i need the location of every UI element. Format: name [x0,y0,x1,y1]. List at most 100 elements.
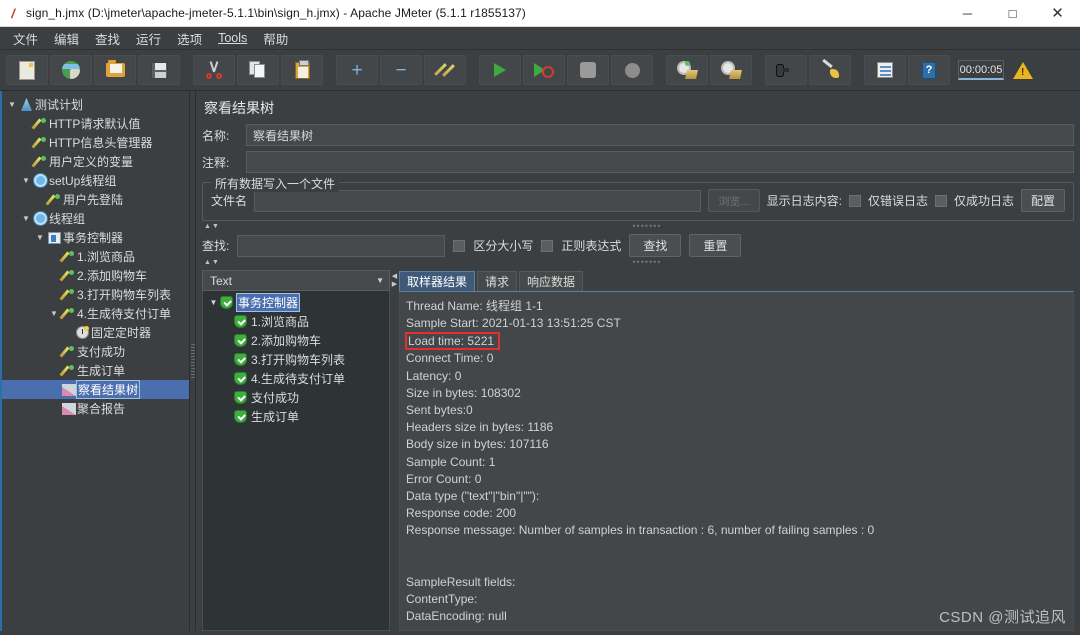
search-input[interactable] [237,234,446,257]
test-plan-tree[interactable]: ▼ 测试计划 HTTP请求默认值 HTTP信息头管理器 用户定义的变量 ▼ setUp线程组… [0,91,190,631]
toolbar-stop[interactable] [567,55,609,85]
tree-node-user-login[interactable]: 用户先登陆 [2,190,189,209]
minimize-button[interactable]: ─ [945,0,990,27]
result-node-transaction-controller[interactable]: ▼ 事务控制器 [203,293,389,312]
toolbar-shutdown[interactable] [611,55,653,85]
thread-group-gear-icon [32,212,49,225]
menu-options[interactable]: 选项 [170,27,209,50]
tree-node-create-pending-order[interactable]: ▼ 4.生成待支付订单 [2,304,189,323]
new-document-icon [19,60,35,80]
toolbar-cut[interactable] [193,55,235,85]
tree-node-open-cart-list[interactable]: 3.打开购物车列表 [2,285,189,304]
toolbar-clear-all[interactable] [710,55,752,85]
tab-request[interactable]: 请求 [477,271,518,291]
collapse-up-icon[interactable]: ▲ [204,223,211,230]
close-button[interactable]: ✕ [1035,0,1080,27]
result-node-payment-success[interactable]: 支付成功 [203,388,389,407]
group-title: 所有数据写入一个文件 [211,175,340,192]
toolbar-start-no-pauses[interactable] [523,55,565,85]
name-input[interactable]: 察看结果树 [246,124,1074,146]
configure-button[interactable]: 配置 [1020,189,1065,212]
toolbar-collapse-all[interactable]: − [380,55,422,85]
browse-button[interactable]: 浏览... [708,189,760,212]
menu-tools[interactable]: Tools [211,29,254,47]
tree-node-test-plan[interactable]: ▼ 测试计划 [2,95,189,114]
sampler-result-text[interactable]: Thread Name: 线程组 1-1 Sample Start: 2021-0… [399,291,1074,631]
tree-node-browse-products[interactable]: 1.浏览商品 [2,247,189,266]
toolbar-clear[interactable] [666,55,708,85]
renderer-combo[interactable]: Text ▼ [202,270,390,291]
toolbar-open[interactable] [94,55,136,85]
comment-input[interactable] [246,151,1074,173]
tree-node-http-header-manager[interactable]: HTTP信息头管理器 [2,133,189,152]
menu-help[interactable]: 帮助 [256,27,295,50]
splitter-left-icon[interactable]: ◀ [392,273,397,280]
regex-checkbox[interactable] [541,239,554,252]
toolbar-new[interactable] [6,55,48,85]
toolbar-reset-search[interactable] [809,55,851,85]
result-detail-row: Thread Name: 线程组 1-1 [406,298,1073,315]
toolbar-copy[interactable] [237,55,279,85]
collapse-down-icon[interactable]: ▼ [212,223,219,230]
menu-file[interactable]: 文件 [6,27,45,50]
tree-node-payment-success[interactable]: 支付成功 [2,342,189,361]
tree-node-create-order[interactable]: 生成订单 [2,361,189,380]
toolbar-save[interactable] [138,55,180,85]
warning-triangle-icon[interactable] [1010,57,1036,83]
menu-run[interactable]: 运行 [129,27,168,50]
tree-node-view-results-tree[interactable]: 察看结果树 [2,380,189,399]
tab-sampler-result[interactable]: 取样器结果 [399,271,476,291]
filename-input[interactable] [254,189,702,212]
toolbar-start[interactable] [479,55,521,85]
maximize-button[interactable]: □ [990,0,1035,27]
result-node-create-order[interactable]: 生成订单 [203,407,389,426]
result-node-create-pending-order[interactable]: 4.生成待支付订单 [203,369,389,388]
toolbar-function-helper[interactable] [864,55,906,85]
menu-search[interactable]: 查找 [88,27,127,50]
toolbar-paste[interactable] [281,55,323,85]
tree-node-transaction-controller[interactable]: ▼ 事务控制器 [2,228,189,247]
expand-toggle-icon[interactable]: ▼ [20,214,32,223]
expand-toggle-icon[interactable]: ▼ [48,309,60,318]
toolbar-templates[interactable] [50,55,92,85]
tab-response-data[interactable]: 响应数据 [519,271,584,291]
collapse-down-icon-2[interactable]: ▼ [212,259,219,266]
expand-toggle-icon[interactable]: ▼ [6,100,18,109]
results-tree[interactable]: ▼ 事务控制器 1.浏览商品 2.添加购物车 3.打开购物车列表 4.生成待支付订单 支付成… [202,291,390,631]
success-shield-icon [234,353,247,366]
split-collapse-arrows-bottom[interactable]: ▲ ▼ ••••••• [202,257,1074,268]
toolbar-search[interactable] [765,55,807,85]
toolbar: + − ? 00:00:05 [0,50,1080,91]
result-detail-row: Connect Time: 0 [406,350,1073,367]
menu-tools-label: Tools [218,31,248,45]
toolbar-expand-all[interactable]: + [336,55,378,85]
result-node-add-to-cart[interactable]: 2.添加购物车 [203,331,389,350]
collapse-up-icon-2[interactable]: ▲ [204,259,211,266]
tree-node-thread-group[interactable]: ▼ 线程组 [2,209,189,228]
tree-node-user-defined-variables[interactable]: 用户定义的变量 [2,152,189,171]
expand-toggle-icon[interactable]: ▼ [207,298,220,307]
errors-only-checkbox[interactable] [848,194,861,207]
tree-node-constant-timer[interactable]: 固定定时器 [2,323,189,342]
toolbar-help[interactable]: ? [908,55,950,85]
result-node-open-cart-list[interactable]: 3.打开购物车列表 [203,350,389,369]
result-node-browse-products[interactable]: 1.浏览商品 [203,312,389,331]
splitter-right-icon[interactable]: ▶ [392,281,397,288]
results-splitter[interactable]: ◀ ▶ [390,270,399,631]
tree-node-aggregate-report[interactable]: 聚合报告 [2,399,189,418]
expand-toggle-icon[interactable]: ▼ [34,233,46,242]
result-detail-row: Sample Count: 1 [406,454,1073,471]
open-folder-icon [105,60,125,77]
success-only-checkbox[interactable] [934,194,947,207]
reset-button[interactable]: 重置 [689,234,742,257]
menu-edit[interactable]: 编辑 [47,27,86,50]
tree-node-setup-thread-group[interactable]: ▼ setUp线程组 [2,171,189,190]
split-collapse-arrows-top[interactable]: ▲ ▼ ••••••• [202,221,1074,232]
jmeter-window: / sign_h.jmx (D:\jmeter\apache-jmeter-5.… [0,0,1080,635]
case-sensitive-checkbox[interactable] [453,239,466,252]
find-button[interactable]: 查找 [629,234,682,257]
toolbar-toggle[interactable] [424,55,466,85]
tree-node-add-to-cart[interactable]: 2.添加购物车 [2,266,189,285]
tree-node-http-defaults[interactable]: HTTP请求默认值 [2,114,189,133]
expand-toggle-icon[interactable]: ▼ [20,176,32,185]
